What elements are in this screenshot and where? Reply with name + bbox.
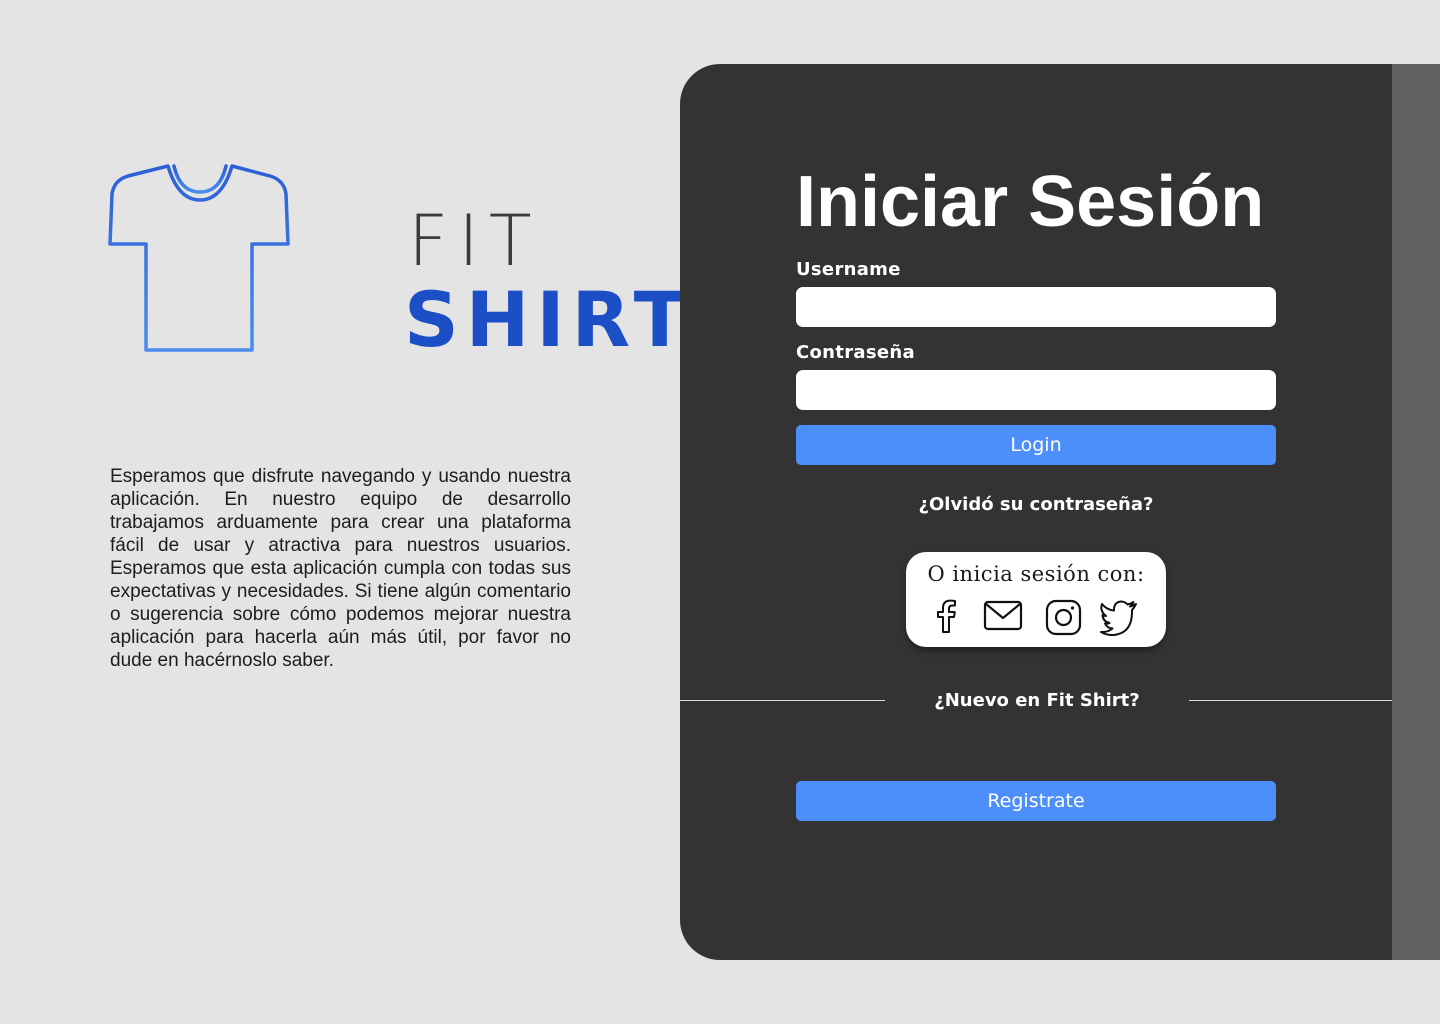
mail-icon[interactable] (983, 596, 1023, 636)
username-input[interactable] (796, 287, 1276, 327)
divider-right (1189, 700, 1392, 701)
password-label: Contraseña (796, 342, 915, 363)
page-title: Iniciar Sesión (796, 162, 1265, 242)
scrollbar[interactable] (1392, 64, 1440, 960)
new-user-prompt: ¿Nuevo en Fit Shirt? (934, 690, 1140, 711)
forgot-password-link[interactable]: ¿Olvidó su contraseña? (796, 494, 1276, 515)
intro-paragraph: Esperamos que disfrute navegando y usand… (110, 466, 571, 671)
brand-shirt-word: SHIRT (404, 275, 693, 364)
social-login-caption: O inicia sesión con: (927, 562, 1145, 586)
instagram-icon[interactable] (1043, 596, 1083, 636)
brand-fit-word: FIT (408, 200, 542, 282)
username-label: Username (796, 259, 901, 280)
divider-left (680, 700, 885, 701)
fit-shirt-logo: FIT SHIRT (108, 160, 686, 360)
social-login-box: O inicia sesión con: (906, 552, 1166, 647)
password-input[interactable] (796, 370, 1276, 410)
login-button[interactable]: Login (796, 425, 1276, 465)
register-button[interactable]: Registrate (796, 781, 1276, 821)
facebook-icon[interactable] (926, 596, 966, 636)
twitter-icon[interactable] (1099, 596, 1139, 636)
t-shirt-icon (108, 164, 290, 352)
